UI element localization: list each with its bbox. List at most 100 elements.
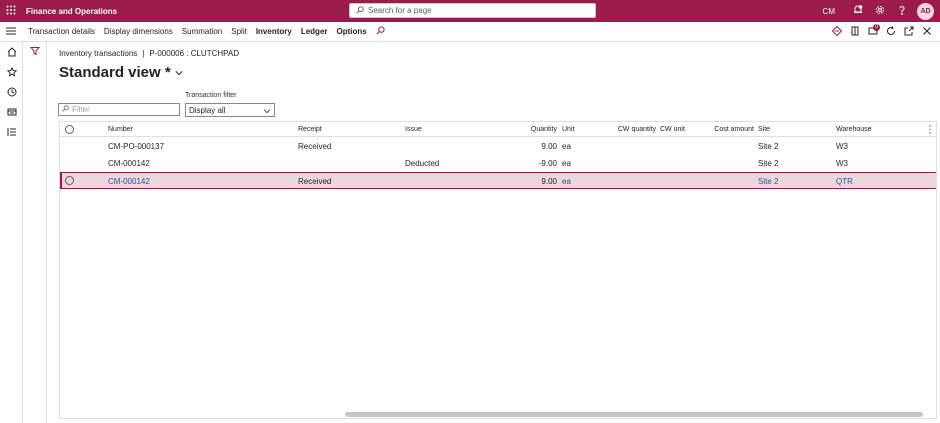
header-cw-unit[interactable]: CW unit bbox=[660, 122, 685, 137]
cell-unit: ea bbox=[562, 159, 571, 168]
selection-indicator bbox=[60, 173, 62, 188]
popout-icon bbox=[904, 26, 914, 38]
waffle-icon bbox=[6, 5, 16, 17]
grid-filter-input[interactable]: Filter bbox=[58, 103, 180, 116]
filter-pane bbox=[23, 42, 47, 423]
filter-search-icon bbox=[62, 105, 72, 114]
action-display-dimensions[interactable]: Display dimensions bbox=[104, 27, 173, 36]
cell-quantity: -9.00 bbox=[538, 159, 557, 168]
cell-quantity: 9.00 bbox=[541, 142, 557, 151]
nav-modules[interactable] bbox=[0, 123, 23, 143]
view-selector[interactable]: Standard view * bbox=[59, 64, 183, 81]
messages-button[interactable]: 0 bbox=[864, 22, 882, 42]
bell-icon bbox=[853, 5, 863, 17]
cell-number[interactable]: CM-PO-000137 bbox=[108, 138, 164, 155]
header-unit[interactable]: Unit bbox=[562, 122, 574, 137]
cell-site[interactable]: Site 2 bbox=[758, 173, 778, 190]
cell-site: Site 2 bbox=[758, 142, 779, 151]
table-row-selected[interactable]: CM-000142 Received 9.00 ea Site 2 QTR bbox=[60, 172, 936, 189]
cell-number[interactable]: CM-000142 bbox=[108, 173, 150, 190]
filter-placeholder: Filter bbox=[72, 105, 90, 114]
header-quantity[interactable]: Quantity bbox=[500, 122, 557, 137]
breadcrumb: Inventory transactions | P-000006 : CLUT… bbox=[59, 49, 239, 58]
notification-badge: 0 bbox=[873, 24, 880, 31]
action-summation[interactable]: Summation bbox=[182, 27, 222, 36]
gear-icon bbox=[875, 5, 885, 17]
close-button[interactable] bbox=[918, 22, 936, 42]
main-content: Inventory transactions | P-000006 : CLUT… bbox=[47, 42, 940, 423]
office-icon bbox=[850, 26, 860, 38]
table-row[interactable]: CM-PO-000137 Received 9.00 ea Site 2 W3 bbox=[60, 138, 936, 155]
cell-receipt: Received bbox=[298, 177, 332, 186]
tab-inventory[interactable]: Inventory bbox=[256, 27, 292, 36]
breadcrumb-form-name: Inventory transactions bbox=[59, 49, 138, 58]
header-issue[interactable]: Issue bbox=[405, 122, 422, 137]
app-launcher-button[interactable] bbox=[0, 0, 22, 22]
company-picker[interactable]: CM bbox=[823, 7, 835, 16]
header-site[interactable]: Site bbox=[758, 122, 770, 137]
header-receipt[interactable]: Receipt bbox=[298, 122, 322, 137]
row-select-radio[interactable] bbox=[65, 176, 74, 185]
app-title[interactable]: Finance and Operations bbox=[26, 7, 117, 16]
open-new-window-button[interactable] bbox=[900, 22, 918, 42]
nav-favorites[interactable] bbox=[0, 63, 23, 83]
cell-issue: Deducted bbox=[405, 159, 440, 168]
refresh-button[interactable] bbox=[882, 22, 900, 42]
cell-unit[interactable]: ea bbox=[562, 173, 571, 190]
cell-receipt: Received bbox=[298, 142, 332, 151]
cell-warehouse: W3 bbox=[836, 142, 848, 151]
funnel-icon bbox=[29, 46, 41, 58]
cell-warehouse[interactable]: QTR bbox=[836, 173, 853, 190]
search-input[interactable]: Search for a page bbox=[349, 3, 596, 18]
grid-header: Number Receipt Issue Quantity Unit CW qu… bbox=[60, 122, 936, 137]
left-navigation bbox=[0, 42, 23, 423]
chevron-down-icon bbox=[175, 64, 183, 81]
close-icon bbox=[922, 26, 932, 38]
search-icon bbox=[356, 5, 368, 16]
transaction-filter-value: Display all bbox=[189, 105, 226, 115]
action-transaction-details[interactable]: Transaction details bbox=[28, 27, 95, 36]
select-all-checkbox[interactable] bbox=[65, 125, 74, 134]
show-filters-button[interactable] bbox=[23, 42, 47, 62]
expand-nav-button[interactable] bbox=[0, 22, 22, 42]
list-icon bbox=[7, 127, 17, 139]
breadcrumb-record: P-000006 : CLUTCHPAD bbox=[149, 49, 240, 58]
header-cw-quantity[interactable]: CW quantity bbox=[600, 122, 656, 137]
more-options-icon[interactable] bbox=[928, 125, 932, 134]
office-button[interactable] bbox=[846, 22, 864, 42]
power-apps-button[interactable] bbox=[828, 22, 846, 42]
breadcrumb-separator: | bbox=[142, 49, 145, 58]
transactions-grid: Number Receipt Issue Quantity Unit CW qu… bbox=[59, 121, 937, 419]
table-row[interactable]: CM-000142 Deducted -9.00 ea Site 2 W3 bbox=[60, 155, 936, 172]
transaction-filter-select[interactable]: Display all bbox=[185, 103, 275, 117]
header-warehouse[interactable]: Warehouse bbox=[836, 122, 872, 137]
action-search-button[interactable] bbox=[376, 26, 385, 37]
transaction-filter-label: Transaction filter bbox=[185, 92, 237, 99]
refresh-icon bbox=[886, 26, 896, 38]
tab-ledger[interactable]: Ledger bbox=[301, 27, 328, 36]
help-button[interactable] bbox=[891, 0, 913, 22]
workspace-icon bbox=[7, 107, 17, 119]
cell-quantity: 9.00 bbox=[541, 177, 557, 186]
search-placeholder: Search for a page bbox=[368, 6, 432, 15]
action-split[interactable]: Split bbox=[231, 27, 247, 36]
tab-options[interactable]: Options bbox=[337, 27, 367, 36]
home-icon bbox=[7, 47, 17, 59]
horizontal-scrollbar[interactable] bbox=[345, 412, 923, 417]
cell-site: Site 2 bbox=[758, 159, 779, 168]
clock-icon bbox=[7, 87, 17, 99]
avatar[interactable]: AD bbox=[917, 2, 934, 20]
header-cost-amount[interactable]: Cost amount bbox=[700, 122, 754, 137]
cell-number[interactable]: CM-000142 bbox=[108, 155, 150, 172]
nav-recent[interactable] bbox=[0, 83, 23, 103]
star-icon bbox=[6, 66, 17, 79]
nav-workspaces[interactable] bbox=[0, 103, 23, 123]
cell-warehouse: W3 bbox=[836, 159, 848, 168]
notifications-button[interactable] bbox=[847, 0, 869, 22]
top-nav-bar: Finance and Operations Search for a page… bbox=[0, 0, 940, 22]
hamburger-icon bbox=[6, 26, 16, 38]
header-number[interactable]: Number bbox=[108, 122, 133, 137]
settings-button[interactable] bbox=[869, 0, 891, 22]
diamond-icon bbox=[831, 25, 843, 38]
nav-home[interactable] bbox=[0, 43, 23, 63]
